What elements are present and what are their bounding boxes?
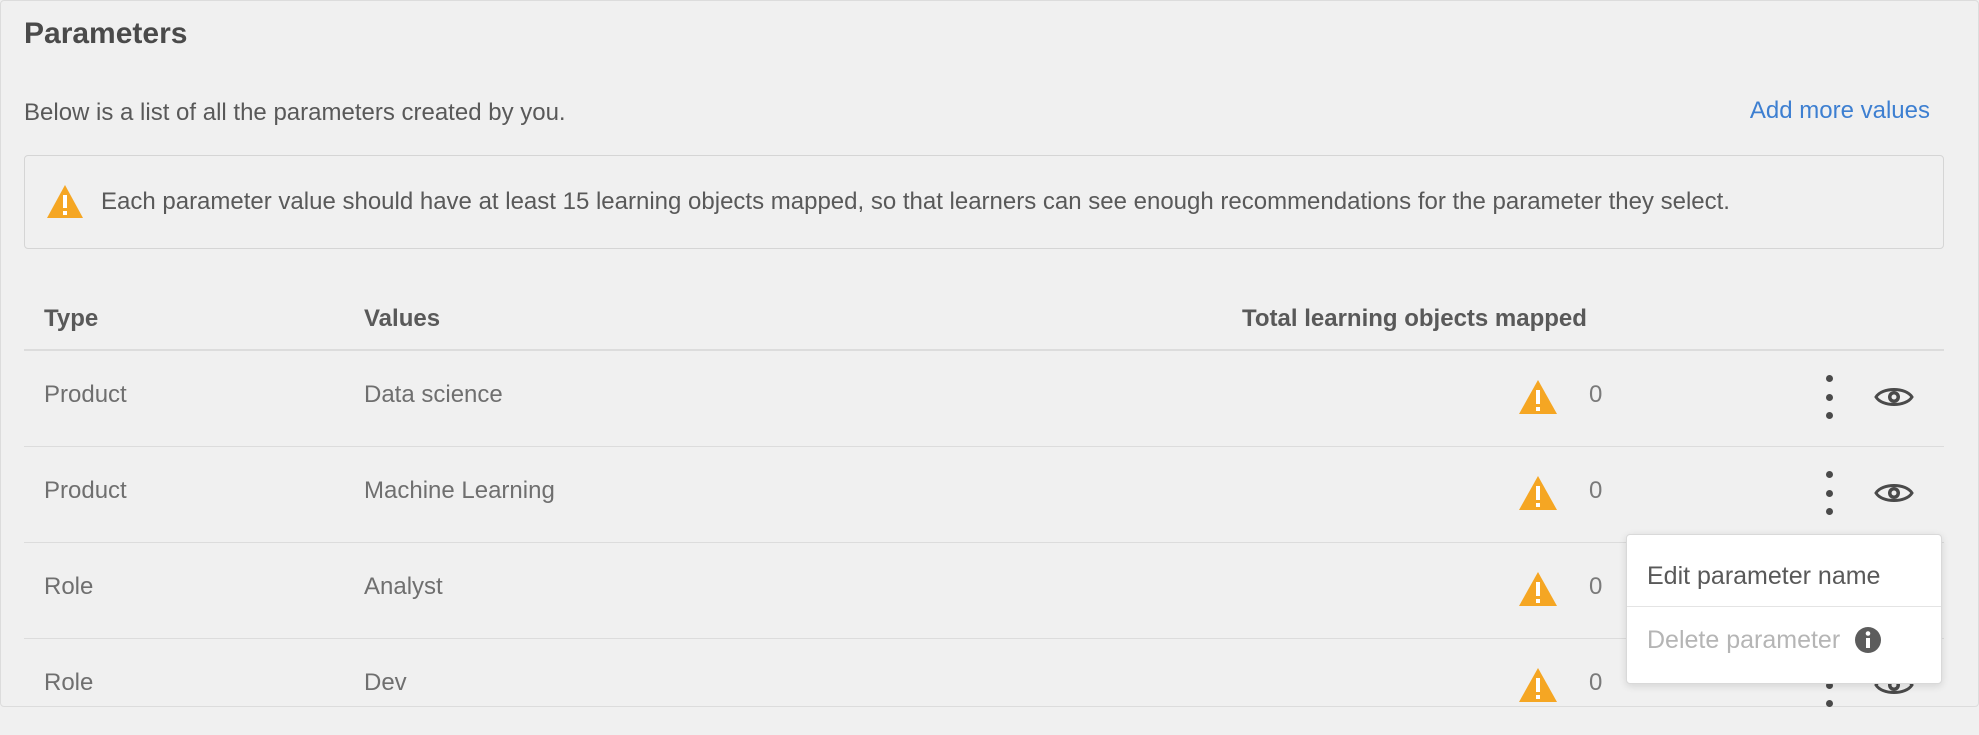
column-header-total-mapped: Total learning objects mapped [1242, 305, 1587, 332]
edit-parameter-name-item[interactable]: Edit parameter name [1627, 543, 1941, 609]
row-type: Role [44, 669, 94, 696]
add-more-values-link[interactable]: Add more values [1750, 97, 1930, 125]
eye-icon[interactable] [1874, 477, 1914, 509]
info-icon[interactable] [1854, 626, 1882, 654]
parameters-panel: Parameters Below is a list of all the pa… [0, 0, 1979, 707]
eye-icon[interactable] [1874, 381, 1914, 413]
edit-parameter-name-label: Edit parameter name [1647, 561, 1881, 590]
row-value: Analyst [364, 573, 443, 600]
warning-triangle-icon [1517, 665, 1559, 705]
delete-parameter-label: Delete parameter [1647, 625, 1841, 654]
row-type: Product [44, 477, 127, 504]
warning-banner-text: Each parameter value should have at leas… [101, 188, 1730, 215]
page-title: Parameters [24, 17, 188, 50]
table-row: Product Machine Learning 0 [24, 447, 1944, 543]
table-header: Type Values Total learning objects mappe… [24, 297, 1944, 351]
parameter-context-menu: Edit parameter name Delete parameter [1626, 534, 1942, 684]
more-options-icon[interactable] [1819, 471, 1839, 515]
row-count: 0 [1589, 381, 1603, 408]
warning-triangle-icon [1517, 377, 1559, 417]
row-count: 0 [1589, 669, 1603, 696]
row-type: Product [44, 381, 127, 408]
row-value: Dev [364, 669, 407, 696]
delete-parameter-item: Delete parameter [1627, 607, 1941, 673]
more-options-icon[interactable] [1819, 375, 1839, 419]
row-type: Role [44, 573, 94, 600]
row-count: 0 [1589, 573, 1603, 600]
warning-triangle-icon [1517, 569, 1559, 609]
warning-triangle-icon [45, 182, 85, 222]
warning-triangle-icon [1517, 473, 1559, 513]
column-header-type: Type [44, 305, 99, 332]
row-value: Data science [364, 381, 503, 408]
row-value: Machine Learning [364, 477, 555, 504]
row-count: 0 [1589, 477, 1603, 504]
column-header-values: Values [364, 305, 441, 332]
table-row: Product Data science 0 [24, 351, 1944, 447]
page-subtitle: Below is a list of all the parameters cr… [24, 99, 566, 126]
warning-banner: Each parameter value should have at leas… [24, 155, 1944, 249]
